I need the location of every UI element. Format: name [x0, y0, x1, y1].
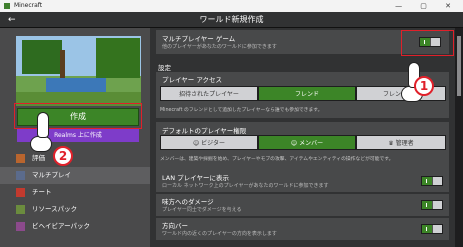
nav-item-label: ビヘイビアーパック	[32, 222, 91, 230]
direction-bar-toggle[interactable]	[421, 224, 443, 234]
world-preview-image	[16, 36, 141, 106]
direction-bar-setting: 方向バー ワールド内の近くのプレイヤーの方向を表示します	[156, 218, 449, 240]
cheat-icon	[16, 188, 25, 197]
permission-member-label: メンバー	[299, 140, 324, 147]
lan-visibility-setting: LAN プレイヤーに表示 ローカル ネットワーク上のプレイヤーがあなたのワールド…	[156, 170, 449, 192]
access-option-invited[interactable]: 招待されたプレイヤー	[160, 86, 258, 101]
pointing-finger-icon-2	[37, 112, 49, 138]
page-title: ワールド新規作成	[199, 15, 264, 24]
friendly-fire-setting: 味方へのダメージ プレイヤー同士でダメージを与える	[156, 194, 449, 216]
nav-item-label: 評価	[32, 154, 45, 162]
nav-item-behavior-packs[interactable]: ビヘイビアーパック	[0, 218, 150, 235]
multiplayer-desc: 他のプレイヤーがあなたのワールドに参加できます	[162, 44, 277, 50]
permission-option-member[interactable]: ☺ メンバー	[258, 135, 356, 150]
pickaxe-icon	[16, 154, 25, 163]
settings-heading: 設定	[158, 64, 171, 72]
friendly-fire-title: 味方へのダメージ	[162, 198, 214, 206]
nav-item-resource-packs[interactable]: リソースパック	[0, 201, 150, 218]
lan-desc: ローカル ネットワーク上のプレイヤーがあなたのワールドに参加できます	[162, 183, 329, 189]
minecraft-app-icon	[4, 3, 10, 9]
multiplayer-title: マルチプレイヤー ゲーム	[162, 35, 236, 43]
nav-item-label: マルチプレイ	[32, 171, 71, 179]
access-note: Minecraft のフレンドとして追加したプレイヤーなら誰でも参加できます。	[160, 108, 323, 113]
nav-item-evaluation[interactable]: 評価	[0, 150, 150, 167]
behavior-pack-icon	[16, 222, 25, 231]
permission-note: メンバーは、建築や採掘を始め、プレイヤーやモブの攻撃、アイテムやエンティティの操…	[160, 157, 394, 162]
step-badge-2: 2	[53, 146, 73, 166]
visitor-icon: ☺	[192, 140, 202, 147]
step-badge-1: 1	[414, 76, 434, 96]
scrollbar-thumb[interactable]	[457, 36, 461, 96]
window-title-bar: Minecraft — ▢ ✕	[0, 0, 463, 12]
nav-item-cheats[interactable]: チート	[0, 184, 150, 201]
window-controls[interactable]: — ▢ ✕	[395, 0, 459, 12]
access-option-friends[interactable]: フレンド	[258, 86, 356, 101]
permission-visitor-label: ビジター	[201, 140, 226, 147]
window-title: Minecraft	[14, 2, 43, 9]
direction-bar-desc: ワールド内の近くのプレイヤーの方向を表示します	[162, 231, 277, 237]
multiplayer-icon	[16, 171, 25, 180]
permission-operator-label: 管理者	[395, 140, 414, 147]
permission-title: デフォルトのプレイヤー権限	[162, 127, 247, 135]
create-button[interactable]: 作成	[17, 108, 139, 126]
operator-icon: ♛	[388, 140, 396, 147]
member-icon: ☺	[290, 140, 300, 147]
permission-option-visitor[interactable]: ☺ ビジター	[160, 135, 258, 150]
scrollbar[interactable]	[455, 28, 463, 247]
permission-option-operator[interactable]: ♛ 管理者	[356, 135, 446, 150]
screen-header: ← ワールド新規作成	[0, 12, 463, 28]
left-panel: 作成 Realms 上に作成 評価 マルチプレイ チート リソースパック ビヘイ…	[0, 28, 150, 247]
player-access-title: プレイヤー アクセス	[162, 76, 223, 84]
direction-bar-title: 方向バー	[162, 222, 188, 230]
friendly-fire-desc: プレイヤー同士でダメージを与える	[162, 207, 242, 213]
nav-item-label: リソースパック	[32, 205, 78, 213]
friendly-fire-toggle[interactable]	[421, 200, 443, 210]
lan-toggle[interactable]	[421, 176, 443, 186]
nav-item-label: チート	[32, 188, 52, 196]
resource-pack-icon	[16, 205, 25, 214]
multiplayer-toggle-highlight	[401, 30, 454, 56]
nav-item-multiplayer[interactable]: マルチプレイ	[0, 167, 150, 184]
minecraft-create-world-screen: Minecraft — ▢ ✕ ← ワールド新規作成 作成 Realms 上に作…	[0, 0, 463, 247]
pointing-hand-icon-2	[30, 136, 52, 152]
lan-title: LAN プレイヤーに表示	[162, 174, 229, 182]
